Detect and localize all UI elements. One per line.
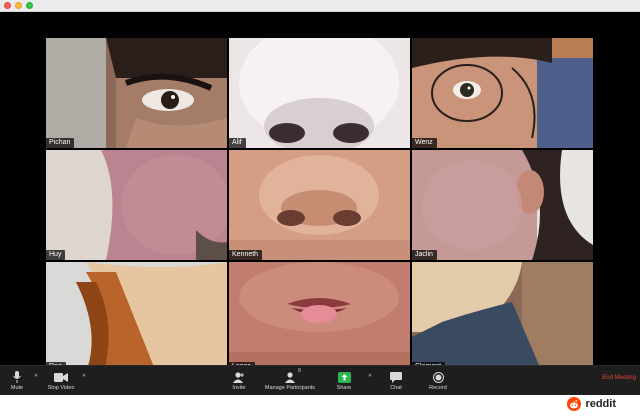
record-button[interactable]: Record — [426, 366, 450, 396]
participant-name: Jaclin — [412, 250, 437, 260]
participant-tile-alif[interactable]: Alif — [229, 38, 410, 148]
end-meeting-button[interactable]: End Meeting — [602, 375, 636, 381]
participant-video — [46, 150, 227, 260]
record-icon — [430, 371, 446, 384]
video-camera-icon — [53, 371, 69, 384]
close-window-button[interactable] — [4, 2, 11, 9]
maximize-window-button[interactable] — [26, 2, 33, 9]
share-options-chevron-up-icon[interactable]: ^ — [366, 374, 374, 382]
participant-video — [412, 150, 593, 260]
minimize-window-button[interactable] — [15, 2, 22, 9]
participant-tile-clement[interactable]: Clement — [412, 262, 593, 372]
participant-count-badge: 9 — [298, 368, 301, 374]
microphone-icon — [9, 371, 25, 384]
participant-tile-pichan[interactable]: Pichan — [46, 38, 227, 148]
participant-video — [46, 262, 227, 372]
footer-watermark-area: reddit — [0, 395, 640, 420]
chat-bubble-icon — [388, 371, 404, 384]
reddit-alien-icon — [567, 397, 582, 411]
participant-name: Wenz — [412, 138, 437, 148]
participant-tile-rae[interactable]: Rae — [46, 262, 227, 372]
share-screen-icon — [336, 371, 352, 384]
participant-tile-wenz[interactable]: Wenz — [412, 38, 593, 148]
meeting-gallery-view: Pichan Alif Wenz Huy Kenneth Jaclin — [0, 12, 640, 372]
participant-tile-jaclin[interactable]: Jaclin — [412, 150, 593, 260]
participant-name: Pichan — [46, 138, 75, 148]
participant-name: Alif — [229, 138, 246, 148]
participant-tile-huy[interactable]: Huy — [46, 150, 227, 260]
participant-video — [46, 38, 227, 148]
meeting-toolbar: Mute ^ Stop Video ^ Invite 9 Manage Part… — [0, 365, 640, 395]
chat-button[interactable]: Chat — [386, 366, 406, 396]
participant-tile-lance[interactable]: Lance — [229, 262, 410, 372]
invite-user-icon — [231, 371, 247, 384]
participant-video — [412, 262, 593, 372]
participant-video — [412, 38, 593, 148]
participant-video — [229, 150, 410, 260]
participant-tile-kenneth[interactable]: Kenneth — [229, 150, 410, 260]
manage-participants-button[interactable]: 9 Manage Participants — [260, 366, 320, 396]
window-title-bar — [0, 0, 640, 12]
reddit-watermark: reddit — [567, 397, 616, 411]
participants-icon — [282, 371, 298, 384]
reddit-wordmark: reddit — [585, 398, 616, 410]
mute-button[interactable]: Mute — [4, 366, 30, 396]
video-grid: Pichan Alif Wenz Huy Kenneth Jaclin — [46, 38, 593, 376]
mute-options-chevron-up-icon[interactable]: ^ — [32, 374, 40, 382]
share-screen-button[interactable]: Share — [334, 366, 354, 396]
participant-video — [229, 262, 410, 372]
participant-name: Huy — [46, 250, 66, 260]
stop-video-button[interactable]: Stop Video — [43, 366, 79, 396]
invite-button[interactable]: Invite — [228, 366, 250, 396]
participant-name: Kenneth — [229, 250, 263, 260]
video-options-chevron-up-icon[interactable]: ^ — [80, 374, 88, 382]
participant-video — [229, 38, 410, 148]
